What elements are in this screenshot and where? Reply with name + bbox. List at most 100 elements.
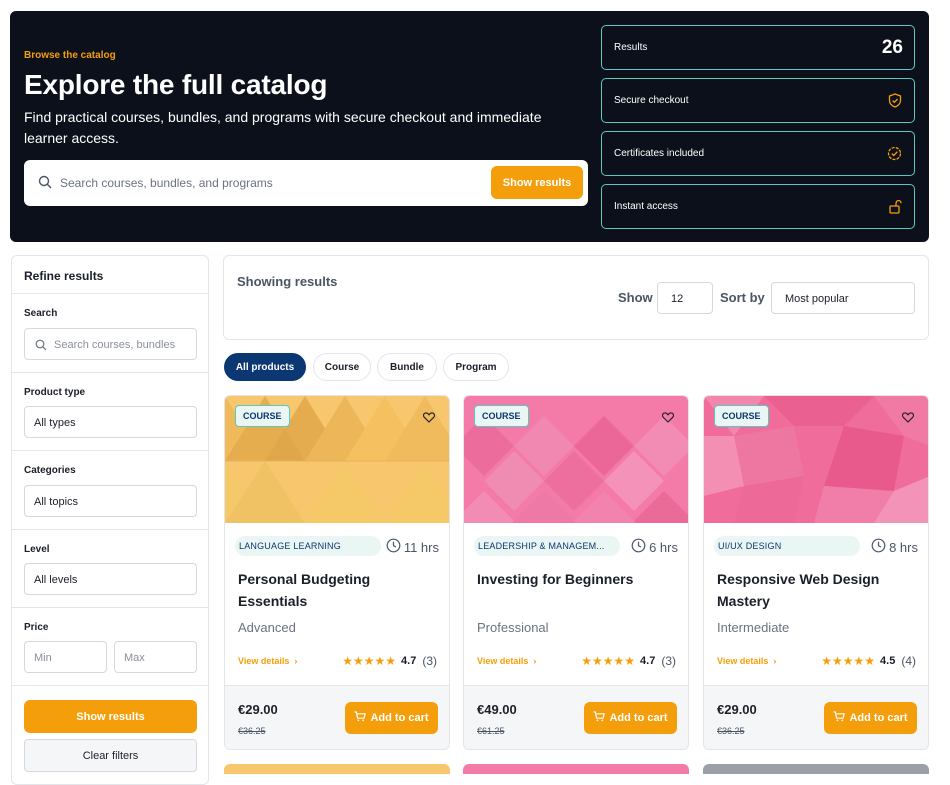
sidebar-search-input[interactable]: Search courses, bundles [24,328,197,360]
categories-label: Categories [24,465,76,476]
add-to-cart-button[interactable]: Add to cart [345,702,438,734]
rating: ★★★★★ 4.5 (4) [821,654,916,668]
duration-text: 6 hrs [649,539,678,555]
cart-icon [593,711,606,725]
price-label: Price [24,622,49,633]
apply-filters-button[interactable]: Show results [24,700,197,733]
level-select[interactable]: All levels [24,563,197,595]
category-tag: LEADERSHIP & MANAGEM... [474,536,620,556]
search-icon [35,339,47,354]
cart-icon [833,711,846,725]
view-details-link[interactable]: View details › [717,656,776,666]
product-level: Professional [477,620,549,635]
stat-results: Results 26 [601,25,915,70]
original-price: €36.25 [238,726,266,736]
filter-pill-program[interactable]: Program [443,353,509,381]
product-card-peek [703,764,929,774]
hero-search-bar: Search courses, bundles, and programs Sh… [24,160,588,206]
rating-count: (3) [422,654,437,668]
view-details-link[interactable]: View details › [477,656,536,666]
filter-pill-bundle[interactable]: Bundle [377,353,437,381]
hero-eyebrow: Browse the catalog [24,50,116,61]
product-type-label: Product type [24,387,86,398]
card-footer: €29.00 €36.25 Add to cart [225,685,449,749]
sort-select[interactable]: Most popular [771,282,915,314]
duration: 8 hrs [871,538,918,556]
stat-certificates: Certificates included [601,131,915,176]
product-type-badge: COURSE [235,405,290,427]
star-icon: ★★★★★ [342,654,397,668]
clock-icon [386,538,401,556]
sidebar-search-placeholder: Search courses, bundles [54,339,176,351]
categories-select[interactable]: All topics [24,485,197,517]
level-label: Level [24,544,50,555]
product-title[interactable]: Responsive Web Design Mastery [717,568,917,612]
filter-sidebar: Refine results Search Search courses, bu… [11,255,209,785]
product-type-select[interactable]: All types [24,406,197,438]
price-min-input[interactable]: Min [24,641,107,673]
stat-results-value: 26 [881,37,903,58]
view-details-link[interactable]: View details › [238,656,297,666]
product-card[interactable]: COURSE LANGUAGE LEARNING 11 hrs Personal… [224,395,450,750]
shield-icon [888,93,902,113]
rating-count: (3) [661,654,676,668]
filter-pill-course[interactable]: Course [313,353,371,381]
results-heading: Showing results [237,274,338,289]
duration-text: 8 hrs [889,539,918,555]
heart-icon[interactable] [661,410,675,428]
product-card[interactable]: COURSE LEADERSHIP & MANAGEM... 6 hrs Inv… [463,395,689,750]
rating-value: 4.7 [401,655,417,667]
stat-certificates-label: Certificates included [614,148,705,159]
product-type-badge: COURSE [714,405,769,427]
stat-results-label: Results [614,42,648,53]
rating: ★★★★★ 4.7 (3) [581,654,676,668]
price-max-input[interactable]: Max [114,641,197,673]
search-label: Search [24,308,58,319]
rating-value: 4.7 [640,655,656,667]
stat-instant-access: Instant access [601,184,915,229]
divider [12,293,208,294]
hero-banner: Browse the catalog Explore the full cata… [10,11,929,242]
hero-show-results-button[interactable]: Show results [491,166,583,199]
card-footer: €29.00 €36.25 Add to cart [704,685,928,749]
stat-secure-checkout: Secure checkout [601,78,915,123]
show-label: Show [618,290,653,305]
divider [12,529,208,530]
duration: 6 hrs [631,538,678,556]
stat-instant-access-label: Instant access [614,201,678,212]
add-to-cart-button[interactable]: Add to cart [584,702,677,734]
product-title[interactable]: Personal Budgeting Essentials [238,568,438,612]
results-toolbar: Showing results Show 12 Sort by Most pop… [223,255,929,340]
category-tag: UI/UX DESIGN [714,536,860,556]
product-card[interactable]: COURSE UI/UX DESIGN 8 hrs Responsive Web… [703,395,929,750]
original-price: €36.25 [717,726,745,736]
divider [12,372,208,373]
search-icon [38,175,52,194]
hero-description: Find practical courses, bundles, and pro… [24,109,542,146]
unlock-icon [888,199,902,219]
duration: 11 hrs [386,538,439,556]
page-size-select[interactable]: 12 [657,282,713,314]
original-price: €61.25 [477,726,505,736]
add-to-cart-button[interactable]: Add to cart [824,702,917,734]
sort-label: Sort by [720,290,765,305]
product-level: Intermediate [717,620,790,635]
sidebar-title: Refine results [24,269,104,283]
heart-icon[interactable] [901,410,915,428]
star-icon: ★★★★★ [581,654,636,668]
price: €29.00 [717,702,757,717]
product-title[interactable]: Investing for Beginners [477,568,677,590]
product-type-badge: COURSE [474,405,529,427]
price: €29.00 [238,702,278,717]
heart-icon[interactable] [422,410,436,428]
rating-value: 4.5 [880,655,896,667]
hero-search-input[interactable]: Search courses, bundles, and programs [60,176,273,190]
product-level: Advanced [238,620,296,635]
card-footer: €49.00 €61.25 Add to cart [464,685,688,749]
product-card-peek [224,764,450,774]
duration-text: 11 hrs [403,539,439,555]
filter-pill-all-products[interactable]: All products [224,353,306,381]
page-title: Explore the full catalog [24,69,328,100]
category-tag: LANGUAGE LEARNING [235,536,381,556]
clear-filters-button[interactable]: Clear filters [24,739,197,772]
